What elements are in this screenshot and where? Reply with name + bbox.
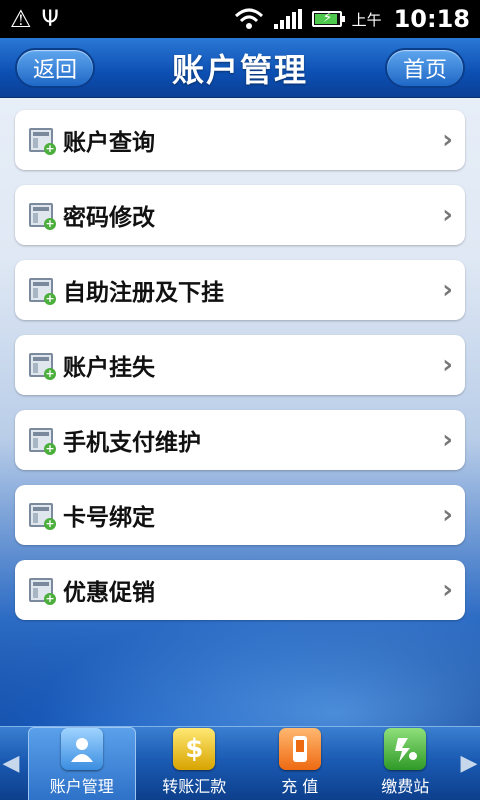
- status-ampm: 上午: [351, 10, 382, 29]
- tab-label: 缴费站: [381, 777, 430, 796]
- payment-icon: [384, 728, 427, 770]
- chevron-right-icon: ›: [442, 200, 453, 230]
- menu-item-label: 优惠促销: [63, 580, 155, 606]
- chevron-right-icon: ›: [442, 125, 453, 155]
- tab-list: 账户管理 $ 转账汇款 充 值 缴费站: [22, 727, 458, 800]
- tab-scroll-left-icon[interactable]: ◀: [0, 727, 22, 800]
- form-add-icon: +: [29, 428, 56, 455]
- menu-item-label: 密码修改: [63, 205, 155, 231]
- form-add-icon: +: [29, 203, 56, 230]
- usb-icon: Ψ: [41, 6, 59, 32]
- home-button[interactable]: 首页: [384, 48, 465, 88]
- menu-item-mobile-pay[interactable]: + 手机支付维护 ›: [15, 410, 465, 470]
- menu-item-card-binding[interactable]: + 卡号绑定 ›: [15, 485, 465, 545]
- menu-item-label: 账户挂失: [63, 355, 155, 381]
- tab-payment[interactable]: 缴费站: [353, 727, 459, 800]
- status-left-icons: ⚠ Ψ: [10, 5, 59, 33]
- status-time: 10:18: [393, 5, 470, 33]
- tab-scroll-right-icon[interactable]: ▶: [458, 727, 480, 800]
- menu-list: + 账户查询 › + 密码修改 › + 自助注册及下挂 › + 账户挂失 › +…: [15, 110, 465, 635]
- form-add-icon: +: [29, 503, 56, 530]
- chevron-right-icon: ›: [442, 575, 453, 605]
- tab-transfer[interactable]: $ 转账汇款: [142, 727, 248, 800]
- form-add-icon: +: [29, 353, 56, 380]
- menu-item-password-change[interactable]: + 密码修改 ›: [15, 185, 465, 245]
- wifi-icon: [234, 8, 263, 29]
- chevron-right-icon: ›: [442, 350, 453, 380]
- menu-item-label: 账户查询: [63, 130, 155, 156]
- menu-item-self-register[interactable]: + 自助注册及下挂 ›: [15, 260, 465, 320]
- form-add-icon: +: [29, 128, 56, 155]
- bottom-tab-bar: ◀ 账户管理 $ 转账汇款 充 值 缴费站 ▶: [0, 726, 480, 800]
- header-bar: 返回 账户管理 首页: [0, 38, 480, 98]
- menu-item-account-query[interactable]: + 账户查询 ›: [15, 110, 465, 170]
- tab-label: 账户管理: [49, 777, 114, 796]
- warning-icon: ⚠: [10, 5, 32, 33]
- menu-item-label: 自助注册及下挂: [63, 280, 224, 306]
- tab-recharge[interactable]: 充 值: [247, 727, 353, 800]
- form-add-icon: +: [29, 278, 56, 305]
- back-button[interactable]: 返回: [15, 48, 96, 88]
- chevron-right-icon: ›: [442, 275, 453, 305]
- content-area: + 账户查询 › + 密码修改 › + 自助注册及下挂 › + 账户挂失 › +…: [0, 98, 480, 726]
- tab-label: 转账汇款: [162, 777, 227, 796]
- battery-charging-icon: ⚡: [311, 10, 345, 27]
- transfer-icon: $: [173, 728, 216, 770]
- signal-icon: [273, 9, 302, 29]
- form-add-icon: +: [29, 578, 56, 605]
- chevron-right-icon: ›: [442, 500, 453, 530]
- status-right-icons: ⚡ 上午 10:18: [234, 5, 470, 33]
- menu-item-label: 卡号绑定: [63, 505, 155, 531]
- account-icon: [60, 728, 103, 770]
- recharge-icon: [278, 728, 321, 770]
- chevron-right-icon: ›: [442, 425, 453, 455]
- menu-item-report-loss[interactable]: + 账户挂失 ›: [15, 335, 465, 395]
- status-bar: ⚠ Ψ ⚡ 上午 10:18: [0, 0, 480, 38]
- page-title: 账户管理: [171, 50, 308, 89]
- tab-account-management[interactable]: 账户管理: [28, 727, 136, 800]
- tab-label: 充 值: [281, 777, 319, 796]
- menu-item-label: 手机支付维护: [63, 430, 201, 456]
- menu-item-promotions[interactable]: + 优惠促销 ›: [15, 560, 465, 620]
